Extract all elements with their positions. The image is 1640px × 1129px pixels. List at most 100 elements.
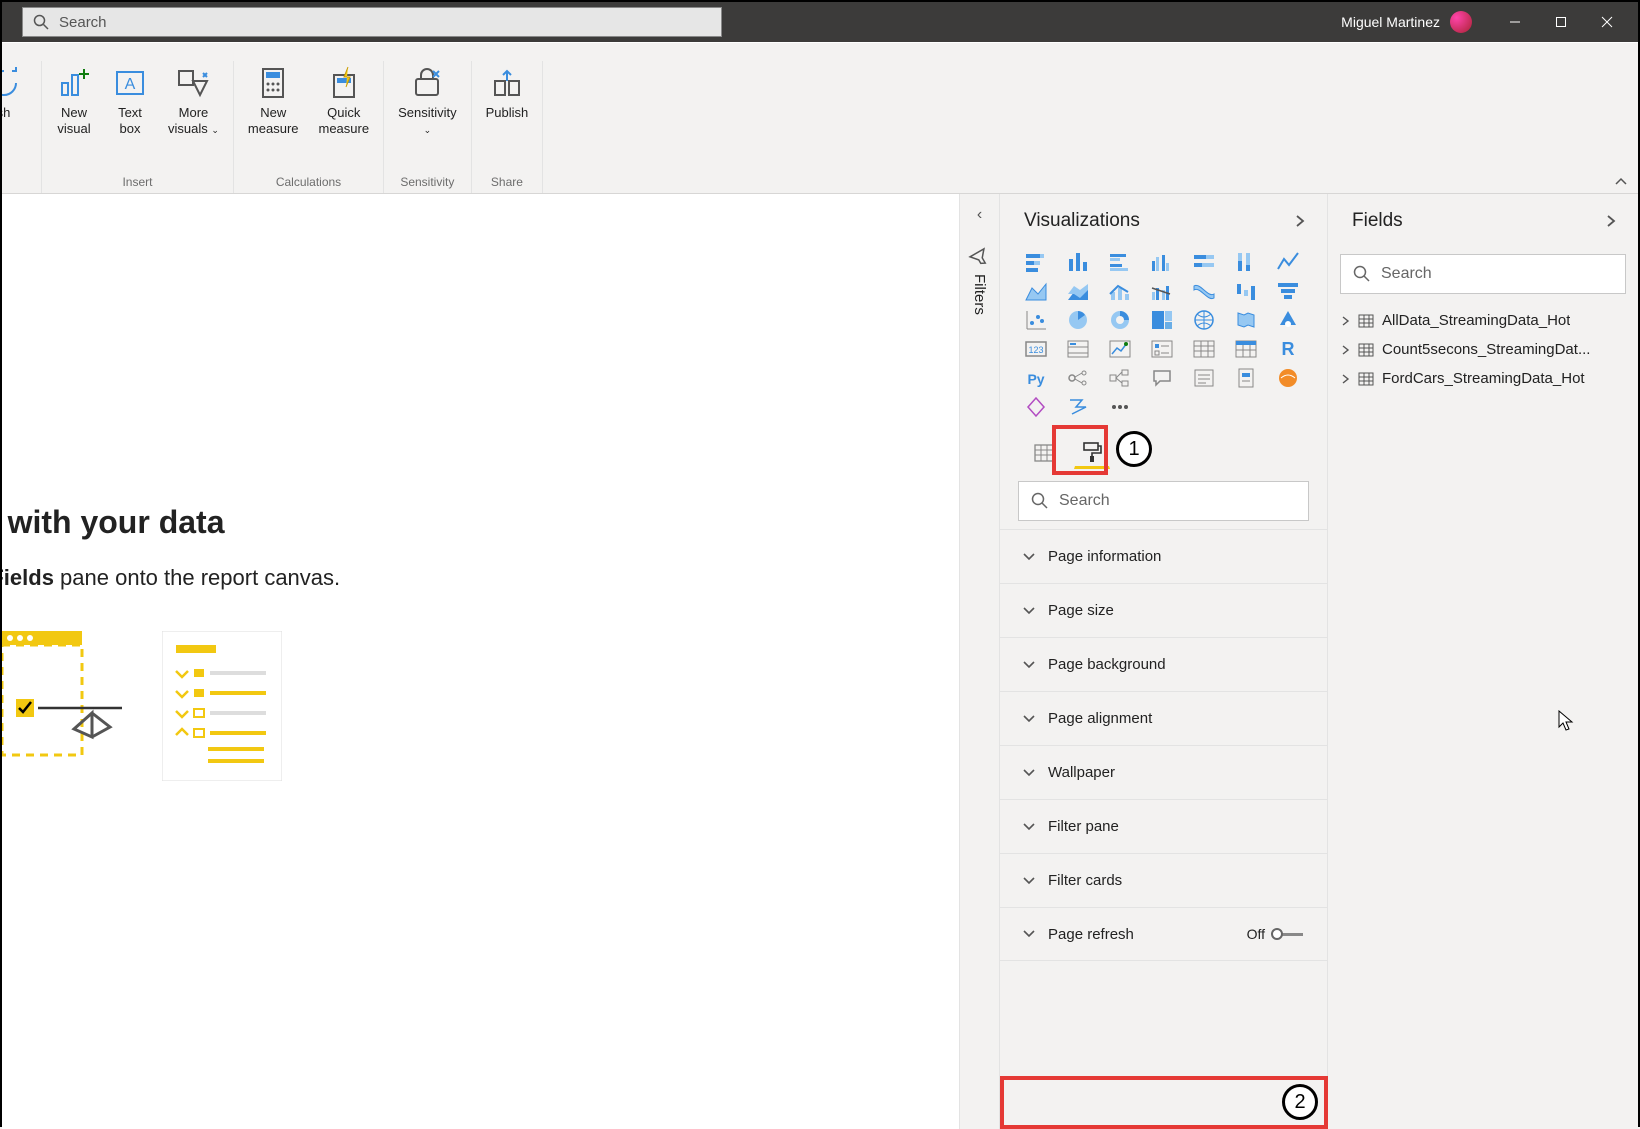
filters-pane-collapsed[interactable]: ‹ Filters <box>960 194 1000 1129</box>
line-chart-icon[interactable] <box>1274 250 1302 274</box>
section-page-refresh[interactable]: Page refresh Off <box>1000 907 1327 961</box>
quick-measure-button[interactable]: Quick measure <box>311 61 378 140</box>
publish-button[interactable]: Publish <box>478 61 537 125</box>
field-table-count5[interactable]: Count5secons_StreamingDat... <box>1328 335 1638 364</box>
minimize-button[interactable] <box>1492 2 1538 42</box>
table-icon[interactable] <box>1190 337 1218 361</box>
section-filter-pane[interactable]: Filter pane <box>1000 799 1327 853</box>
chevron-down-icon <box>1022 550 1036 564</box>
sensitivity-icon <box>409 65 445 101</box>
waterfall-icon[interactable] <box>1232 279 1260 303</box>
multi-row-card-icon[interactable] <box>1064 337 1092 361</box>
key-influencers-icon[interactable] <box>1064 366 1092 390</box>
donut-icon[interactable] <box>1106 308 1134 332</box>
chevron-down-icon <box>1022 658 1036 672</box>
fields-header[interactable]: Fields <box>1328 194 1638 248</box>
slicer-icon[interactable] <box>1148 337 1176 361</box>
global-search[interactable]: Search <box>22 7 722 37</box>
r-visual-icon[interactable]: R <box>1274 337 1302 361</box>
line-clustered-column-icon[interactable] <box>1148 279 1176 303</box>
avatar[interactable] <box>1450 11 1472 33</box>
stacked-area-icon[interactable] <box>1064 279 1092 303</box>
new-visual-button[interactable]: New visual <box>48 61 100 140</box>
paint-roller-icon <box>1080 440 1104 464</box>
pie-icon[interactable] <box>1064 308 1092 332</box>
map-icon[interactable] <box>1190 308 1218 332</box>
chevron-right-icon <box>1340 373 1352 385</box>
ribbon-group-cut: sh <box>2 61 42 193</box>
stacked-column-100-icon[interactable] <box>1232 250 1260 274</box>
table-icon <box>1358 342 1374 358</box>
global-search-placeholder: Search <box>59 14 107 31</box>
close-button[interactable] <box>1584 2 1630 42</box>
chevron-right-icon <box>1340 315 1352 327</box>
decomposition-tree-icon[interactable] <box>1106 366 1134 390</box>
ribbon-group-label: Insert <box>122 175 152 193</box>
chevron-down-icon <box>1022 820 1036 834</box>
ribbon-btn-refresh-cut[interactable]: sh <box>2 61 30 125</box>
chevron-down-icon <box>1022 766 1036 780</box>
kpi-icon[interactable] <box>1106 337 1134 361</box>
section-filter-cards[interactable]: Filter cards <box>1000 853 1327 907</box>
ribbon-group-sensitivity: Sensitivity⌄ Sensitivity <box>384 61 472 193</box>
filled-map-icon[interactable] <box>1232 308 1260 332</box>
stacked-bar-100-icon[interactable] <box>1190 250 1218 274</box>
chevron-right-icon <box>1604 214 1618 228</box>
field-table-alldata[interactable]: AllData_StreamingData_Hot <box>1328 306 1638 335</box>
field-table-fordcars[interactable]: FordCars_StreamingData_Hot <box>1328 364 1638 393</box>
page-refresh-toggle[interactable] <box>1271 927 1305 941</box>
callout-number-2: 2 <box>1282 1084 1318 1120</box>
card-icon[interactable]: 123 <box>1022 337 1050 361</box>
matrix-icon[interactable] <box>1232 337 1260 361</box>
text-box-button[interactable]: A Text box <box>104 61 156 140</box>
fields-search[interactable]: Search <box>1340 254 1626 294</box>
visualizations-header[interactable]: Visualizations <box>1000 194 1327 248</box>
new-measure-button[interactable]: New measure <box>240 61 307 140</box>
arcgis-icon[interactable] <box>1274 366 1302 390</box>
maximize-button[interactable] <box>1538 2 1584 42</box>
get-more-visuals-icon[interactable] <box>1106 395 1134 419</box>
sensitivity-button[interactable]: Sensitivity⌄ <box>390 61 465 140</box>
chevron-down-icon <box>1022 604 1036 618</box>
python-visual-icon[interactable]: Py <box>1022 366 1050 390</box>
textbox-icon: A <box>112 65 148 101</box>
power-apps-icon[interactable] <box>1022 395 1050 419</box>
report-canvas[interactable]: ls with your data e Fields pane onto the… <box>2 194 960 1129</box>
qa-visual-icon[interactable] <box>1148 366 1176 390</box>
section-page-background[interactable]: Page background <box>1000 637 1327 691</box>
power-automate-icon[interactable] <box>1064 395 1092 419</box>
area-chart-icon[interactable] <box>1022 279 1050 303</box>
chevron-up-icon <box>1614 176 1628 186</box>
ribbon-chart-icon[interactable] <box>1190 279 1218 303</box>
canvas-title: ls with your data <box>2 504 340 541</box>
fields-tab[interactable] <box>1026 437 1062 469</box>
visualization-types-grid: 123 R Py <box>1000 248 1327 431</box>
chevron-down-icon <box>1022 927 1036 941</box>
svg-text:A: A <box>125 76 136 93</box>
more-visuals-button[interactable]: More visuals ⌄ <box>160 61 227 140</box>
format-tab[interactable] <box>1074 437 1110 469</box>
stacked-column-icon[interactable] <box>1064 250 1092 274</box>
funnel-icon[interactable] <box>1274 279 1302 303</box>
calc-quick-icon <box>326 65 362 101</box>
clustered-column-icon[interactable] <box>1148 250 1176 274</box>
smart-narrative-icon[interactable] <box>1190 366 1218 390</box>
paginated-icon[interactable] <box>1232 366 1260 390</box>
azure-map-icon[interactable] <box>1274 308 1302 332</box>
ribbon-collapse-button[interactable] <box>1614 173 1628 189</box>
search-icon <box>1353 265 1371 283</box>
scatter-icon[interactable] <box>1022 308 1050 332</box>
format-search[interactable]: Search <box>1018 481 1309 521</box>
line-stacked-column-icon[interactable] <box>1106 279 1134 303</box>
stacked-bar-icon[interactable] <box>1022 250 1050 274</box>
section-page-information[interactable]: Page information <box>1000 529 1327 583</box>
section-page-alignment[interactable]: Page alignment <box>1000 691 1327 745</box>
filter-icon <box>966 244 993 271</box>
section-wallpaper[interactable]: Wallpaper <box>1000 745 1327 799</box>
canvas-illustration <box>2 631 340 781</box>
clustered-bar-icon[interactable] <box>1106 250 1134 274</box>
titlebar: Search Miguel Martinez <box>2 2 1638 42</box>
user-name: Miguel Martinez <box>1341 14 1440 30</box>
treemap-icon[interactable] <box>1148 308 1176 332</box>
section-page-size[interactable]: Page size <box>1000 583 1327 637</box>
